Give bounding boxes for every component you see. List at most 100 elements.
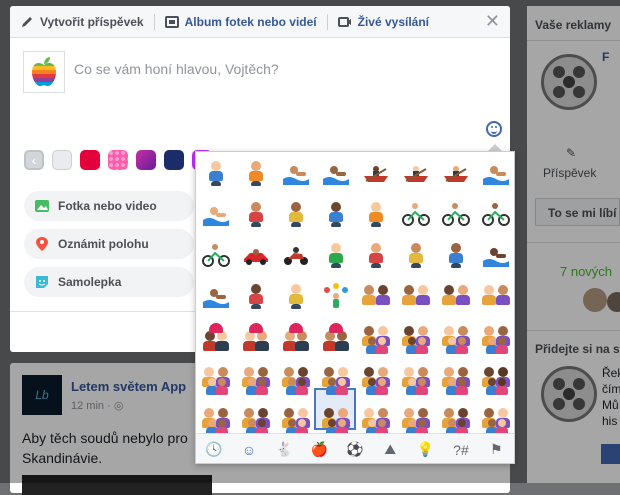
clock-icon[interactable]: 🕓 xyxy=(203,439,225,461)
emoji-waterpolo[interactable] xyxy=(196,276,236,316)
tab-create-post[interactable]: Vytvořit příspěvek xyxy=(10,6,154,37)
emoji-glyph xyxy=(202,241,230,269)
join-button[interactable] xyxy=(601,444,620,464)
emoji-family[interactable] xyxy=(396,358,436,398)
post-avatar[interactable]: Lb xyxy=(22,375,62,415)
swatch[interactable] xyxy=(80,150,100,170)
emoji-family[interactable] xyxy=(476,317,514,357)
emoji-family[interactable] xyxy=(476,358,514,398)
emoji-mtb[interactable] xyxy=(196,235,236,275)
emoji-head xyxy=(338,408,348,418)
emoji-body xyxy=(209,171,223,181)
emoji-family[interactable] xyxy=(436,358,476,398)
emoji-bouncer[interactable] xyxy=(236,194,276,234)
swatch[interactable] xyxy=(164,150,184,170)
sticker-button[interactable]: Samolepka xyxy=(24,267,194,297)
post-image[interactable] xyxy=(22,475,212,495)
emoji-family[interactable] xyxy=(236,358,276,398)
photo-video-button[interactable]: Fotka nebo video xyxy=(24,191,194,221)
emoji-golfer[interactable] xyxy=(236,153,276,193)
rabbit-icon[interactable]: 🐇 xyxy=(273,439,295,461)
emoji-family[interactable] xyxy=(356,317,396,357)
close-icon[interactable]: ✕ xyxy=(485,12,500,30)
emoji-handball[interactable] xyxy=(236,276,276,316)
tab-photo-album[interactable]: Album fotek nebo videí xyxy=(155,6,327,37)
smiley-icon[interactable]: ☺ xyxy=(238,439,260,461)
symbols-icon[interactable]: ?# xyxy=(450,439,472,461)
emoji-car[interactable] xyxy=(236,235,276,275)
emoji-head xyxy=(288,419,296,427)
emoji-smiley-icon[interactable] xyxy=(486,121,502,137)
page-avatar[interactable] xyxy=(541,54,597,110)
chevron-left-icon[interactable]: ‹ xyxy=(24,150,44,170)
emoji-golfer[interactable] xyxy=(196,153,236,193)
post-timestamp[interactable]: 12 min · ◎ xyxy=(71,399,123,412)
emoji-wrestlers[interactable] xyxy=(436,235,476,275)
emoji-rower[interactable] xyxy=(436,153,476,193)
emoji-cyclist[interactable] xyxy=(436,194,476,234)
soccer-ball-icon[interactable]: ⚽ xyxy=(344,439,366,461)
emoji-head xyxy=(244,367,254,377)
emoji-body xyxy=(336,386,348,395)
user-avatar[interactable] xyxy=(23,51,65,93)
emoji-body xyxy=(295,341,309,351)
emoji-surfer[interactable] xyxy=(316,153,356,193)
post-label[interactable]: Příspěvek xyxy=(543,166,596,180)
emoji-family[interactable] xyxy=(196,358,236,398)
tab-live-video[interactable]: Živé vysílání xyxy=(328,6,439,37)
emoji-bouncer[interactable] xyxy=(276,194,316,234)
swatch[interactable] xyxy=(108,150,128,170)
emoji-couple[interactable] xyxy=(436,276,476,316)
emoji-head xyxy=(484,285,494,295)
emoji-family[interactable] xyxy=(396,317,436,357)
apple-icon[interactable]: 🍎 xyxy=(309,439,331,461)
post-author[interactable]: Letem světem App xyxy=(71,379,186,394)
post-input[interactable]: Co se vám honí hlavou, Vojtěch? xyxy=(74,61,279,77)
emoji-cartwheel[interactable] xyxy=(356,235,396,275)
emoji-swimmer[interactable] xyxy=(476,153,514,193)
emoji-waterpolo[interactable] xyxy=(476,235,514,275)
group-avatar[interactable] xyxy=(541,366,597,422)
emoji-juggler[interactable] xyxy=(316,276,356,316)
emoji-cyclist[interactable] xyxy=(396,194,436,234)
emoji-lifter[interactable] xyxy=(316,194,356,234)
avatar xyxy=(607,292,620,312)
emoji-couple[interactable] xyxy=(476,276,514,316)
emoji-rower[interactable] xyxy=(356,153,396,193)
emoji-kiss[interactable] xyxy=(316,317,356,357)
swatch[interactable] xyxy=(52,150,72,170)
emoji-couple[interactable] xyxy=(396,276,436,316)
emoji-kiss[interactable] xyxy=(276,317,316,357)
emoji-glyph xyxy=(402,323,430,354)
emoji-family[interactable] xyxy=(356,358,396,398)
emoji-swimmer[interactable] xyxy=(196,194,236,234)
like-button[interactable]: To se mi líbí xyxy=(535,198,620,226)
emoji-wrestlers[interactable] xyxy=(396,235,436,275)
emoji-family[interactable] xyxy=(436,317,476,357)
emoji-head xyxy=(218,367,228,377)
flag-icon[interactable]: ⚑ xyxy=(485,439,507,461)
emoji-kiss[interactable] xyxy=(196,317,236,357)
emoji-lifter[interactable] xyxy=(356,194,396,234)
emoji-family[interactable] xyxy=(316,358,356,398)
emoji-glyph xyxy=(482,282,510,310)
mountain-icon[interactable]: ⛰ xyxy=(379,439,401,461)
emoji-handball[interactable] xyxy=(276,276,316,316)
new-notifications-link[interactable]: 7 nových xyxy=(560,264,612,279)
check-in-button[interactable]: Oznámit polohu xyxy=(24,229,194,259)
swatch[interactable] xyxy=(136,150,156,170)
emoji-glyph xyxy=(322,200,350,228)
emoji-family[interactable] xyxy=(276,358,316,398)
lightbulb-icon[interactable]: 💡 xyxy=(415,439,437,461)
emoji-couple[interactable] xyxy=(356,276,396,316)
emoji-motorcycle[interactable] xyxy=(276,235,316,275)
emoji-body xyxy=(456,295,470,305)
emoji-body xyxy=(369,253,383,263)
emoji-cartwheel[interactable] xyxy=(316,235,356,275)
emoji-head xyxy=(488,337,496,345)
emoji-kiss[interactable] xyxy=(236,317,276,357)
emoji-rower[interactable] xyxy=(396,153,436,193)
emoji-head xyxy=(298,419,306,427)
emoji-cyclist[interactable] xyxy=(476,194,514,234)
emoji-surfer[interactable] xyxy=(276,153,316,193)
